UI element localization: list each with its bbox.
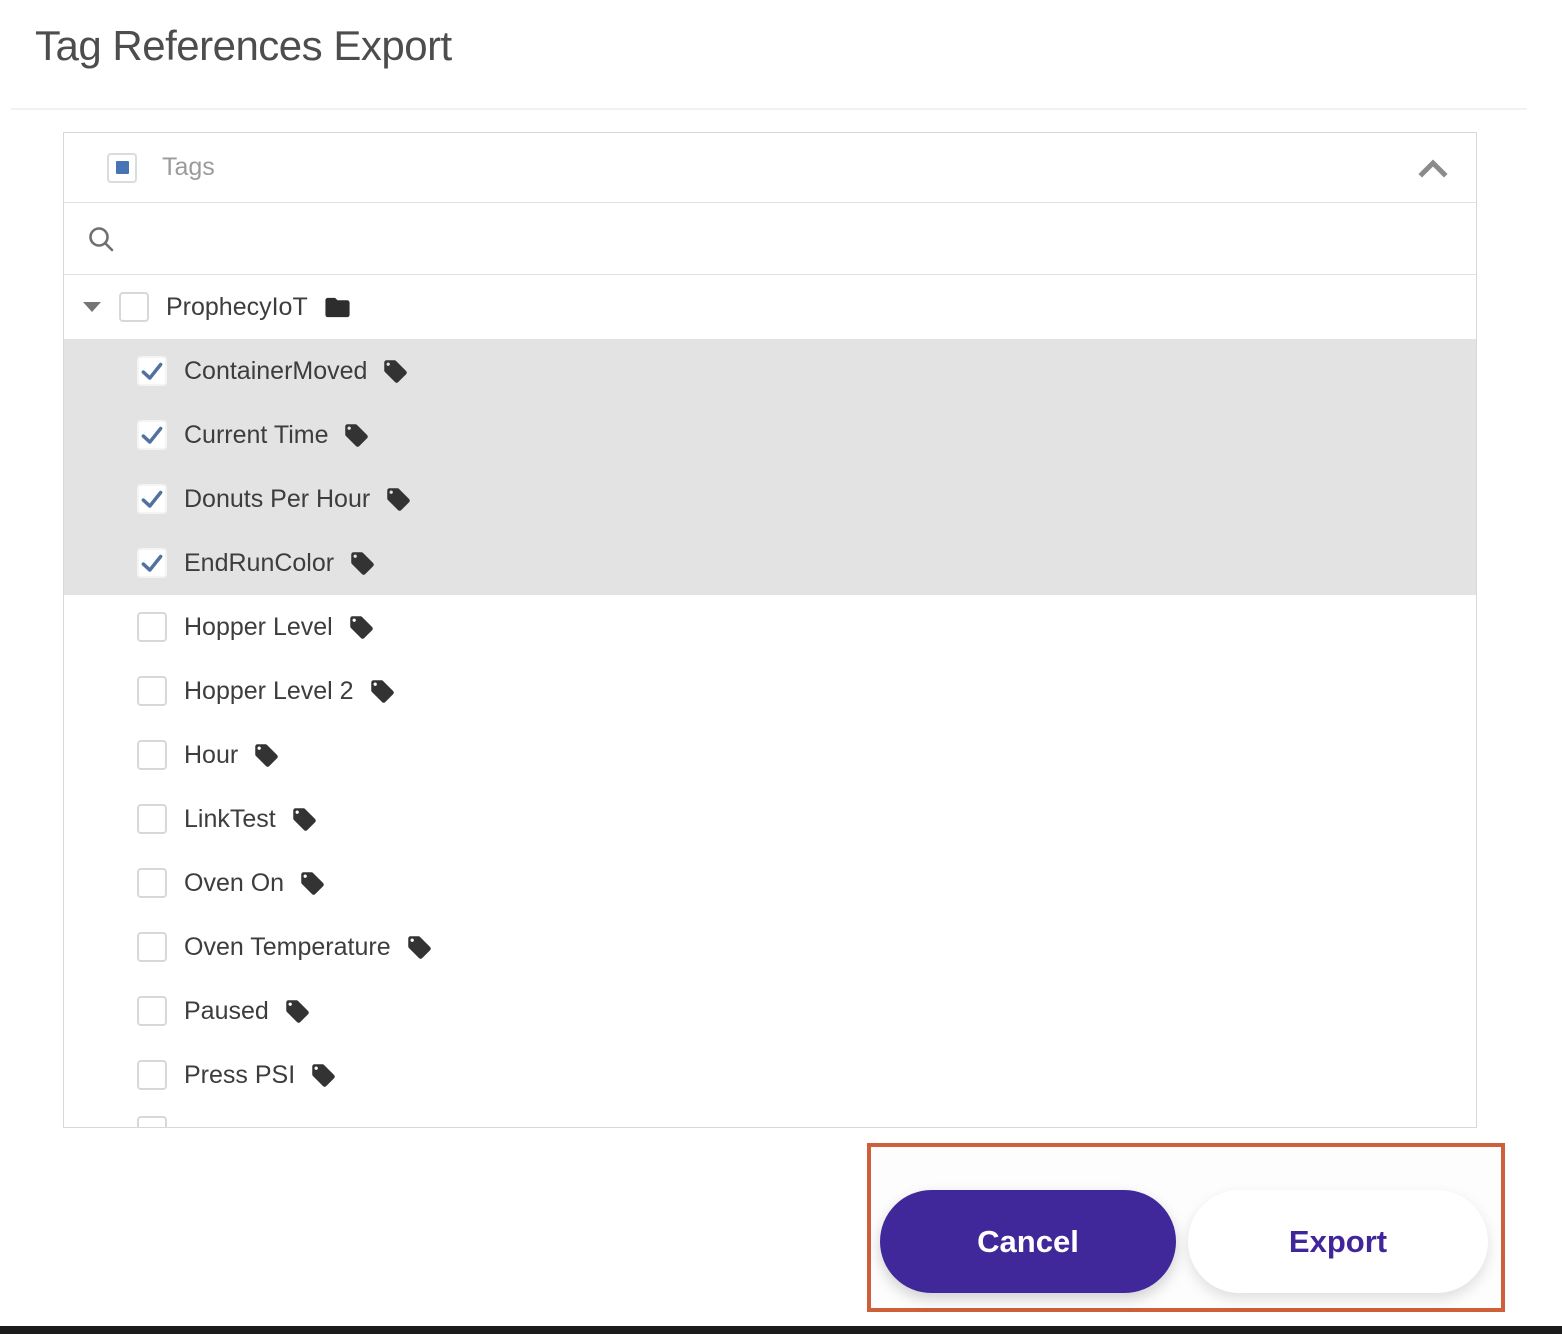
caret-down-icon[interactable] xyxy=(83,302,101,312)
tag-icon xyxy=(291,806,318,833)
item-checkbox[interactable] xyxy=(137,420,167,450)
tree-item-row[interactable]: Hopper Level 2 xyxy=(64,659,1476,723)
tag-icon xyxy=(310,1062,337,1089)
tag-icon xyxy=(406,934,433,961)
item-checkbox[interactable] xyxy=(137,1060,167,1090)
item-checkbox[interactable] xyxy=(137,740,167,770)
search-row[interactable] xyxy=(64,203,1476,275)
page-title: Tag References Export xyxy=(35,22,452,70)
tree-item-row[interactable]: Donuts Per Hour xyxy=(64,467,1476,531)
tree-item-label: Paused xyxy=(184,997,269,1026)
checkmark-icon xyxy=(139,550,165,576)
tags-panel-header[interactable]: Tags xyxy=(64,133,1476,203)
tag-icon xyxy=(385,486,412,513)
item-checkbox[interactable] xyxy=(137,484,167,514)
checkmark-icon xyxy=(139,422,165,448)
tree-item-label: ContainerMoved xyxy=(184,357,367,386)
tree-item-row[interactable]: Hour xyxy=(64,723,1476,787)
tag-tree: ProphecyIoT ContainerMoved Current Time xyxy=(64,275,1476,1128)
tree-item-label: Hopper Level xyxy=(184,613,333,642)
item-checkbox[interactable] xyxy=(137,676,167,706)
tag-icon xyxy=(349,550,376,577)
tree-item-row[interactable]: Press PSI xyxy=(64,1043,1476,1107)
tree-item-row[interactable]: LinkTest xyxy=(64,787,1476,851)
tree-item-label: LinkTest xyxy=(184,805,276,834)
checkmark-icon xyxy=(139,486,165,512)
tree-item-label: Press PSI xyxy=(184,1061,295,1090)
item-checkbox[interactable] xyxy=(137,868,167,898)
item-checkbox[interactable] xyxy=(137,804,167,834)
tags-panel-label: Tags xyxy=(162,153,1418,182)
tag-icon xyxy=(284,998,311,1025)
tree-item-row[interactable]: Hopper Level xyxy=(64,595,1476,659)
indeterminate-mark xyxy=(116,161,129,174)
tag-icon xyxy=(348,614,375,641)
tree-item-label: Oven Temperature xyxy=(184,933,391,962)
search-input[interactable] xyxy=(132,225,1456,252)
tree-root-row[interactable]: ProphecyIoT xyxy=(64,275,1476,339)
tree-item-label: Donuts Per Hour xyxy=(184,485,370,514)
annotation-highlight-box: Cancel Export xyxy=(867,1143,1505,1312)
tag-icon xyxy=(299,870,326,897)
cancel-button[interactable]: Cancel xyxy=(880,1190,1176,1293)
tag-icon xyxy=(369,678,396,705)
item-checkbox[interactable] xyxy=(137,612,167,642)
item-checkbox[interactable] xyxy=(137,356,167,386)
checkmark-icon xyxy=(139,358,165,384)
folder-icon xyxy=(323,293,352,322)
tree-item-label: Oven On xyxy=(184,869,284,898)
item-checkbox[interactable] xyxy=(137,1116,167,1128)
tree-item-label: Current Time xyxy=(184,421,328,450)
tree-item-row[interactable] xyxy=(64,1107,1476,1128)
tree-root-label: ProphecyIoT xyxy=(166,293,308,322)
tags-select-all-checkbox[interactable] xyxy=(107,153,137,183)
tag-icon xyxy=(382,358,409,385)
tree-item-row[interactable]: Oven On xyxy=(64,851,1476,915)
tag-icon xyxy=(253,742,280,769)
tree-item-row[interactable]: Current Time xyxy=(64,403,1476,467)
tree-item-label: Hour xyxy=(184,741,238,770)
export-button[interactable]: Export xyxy=(1188,1190,1488,1293)
tree-item-label: Hopper Level 2 xyxy=(184,677,354,706)
tree-item-row[interactable]: Oven Temperature xyxy=(64,915,1476,979)
item-checkbox[interactable] xyxy=(137,932,167,962)
tree-item-row[interactable]: ContainerMoved xyxy=(64,339,1476,403)
root-checkbox[interactable] xyxy=(119,292,149,322)
tree-item-row[interactable]: EndRunColor xyxy=(64,531,1476,595)
bottom-bar xyxy=(0,1326,1562,1334)
tag-icon xyxy=(343,422,370,449)
title-divider xyxy=(11,108,1527,110)
tree-item-label: EndRunColor xyxy=(184,549,334,578)
search-icon xyxy=(86,224,116,254)
tree-item-row[interactable]: Paused xyxy=(64,979,1476,1043)
item-checkbox[interactable] xyxy=(137,996,167,1026)
tree-items: ContainerMoved Current Time Donuts Per H… xyxy=(64,339,1476,1128)
chevron-up-icon[interactable] xyxy=(1418,158,1448,178)
item-checkbox[interactable] xyxy=(137,548,167,578)
tags-panel: Tags ProphecyIoT xyxy=(63,132,1477,1128)
